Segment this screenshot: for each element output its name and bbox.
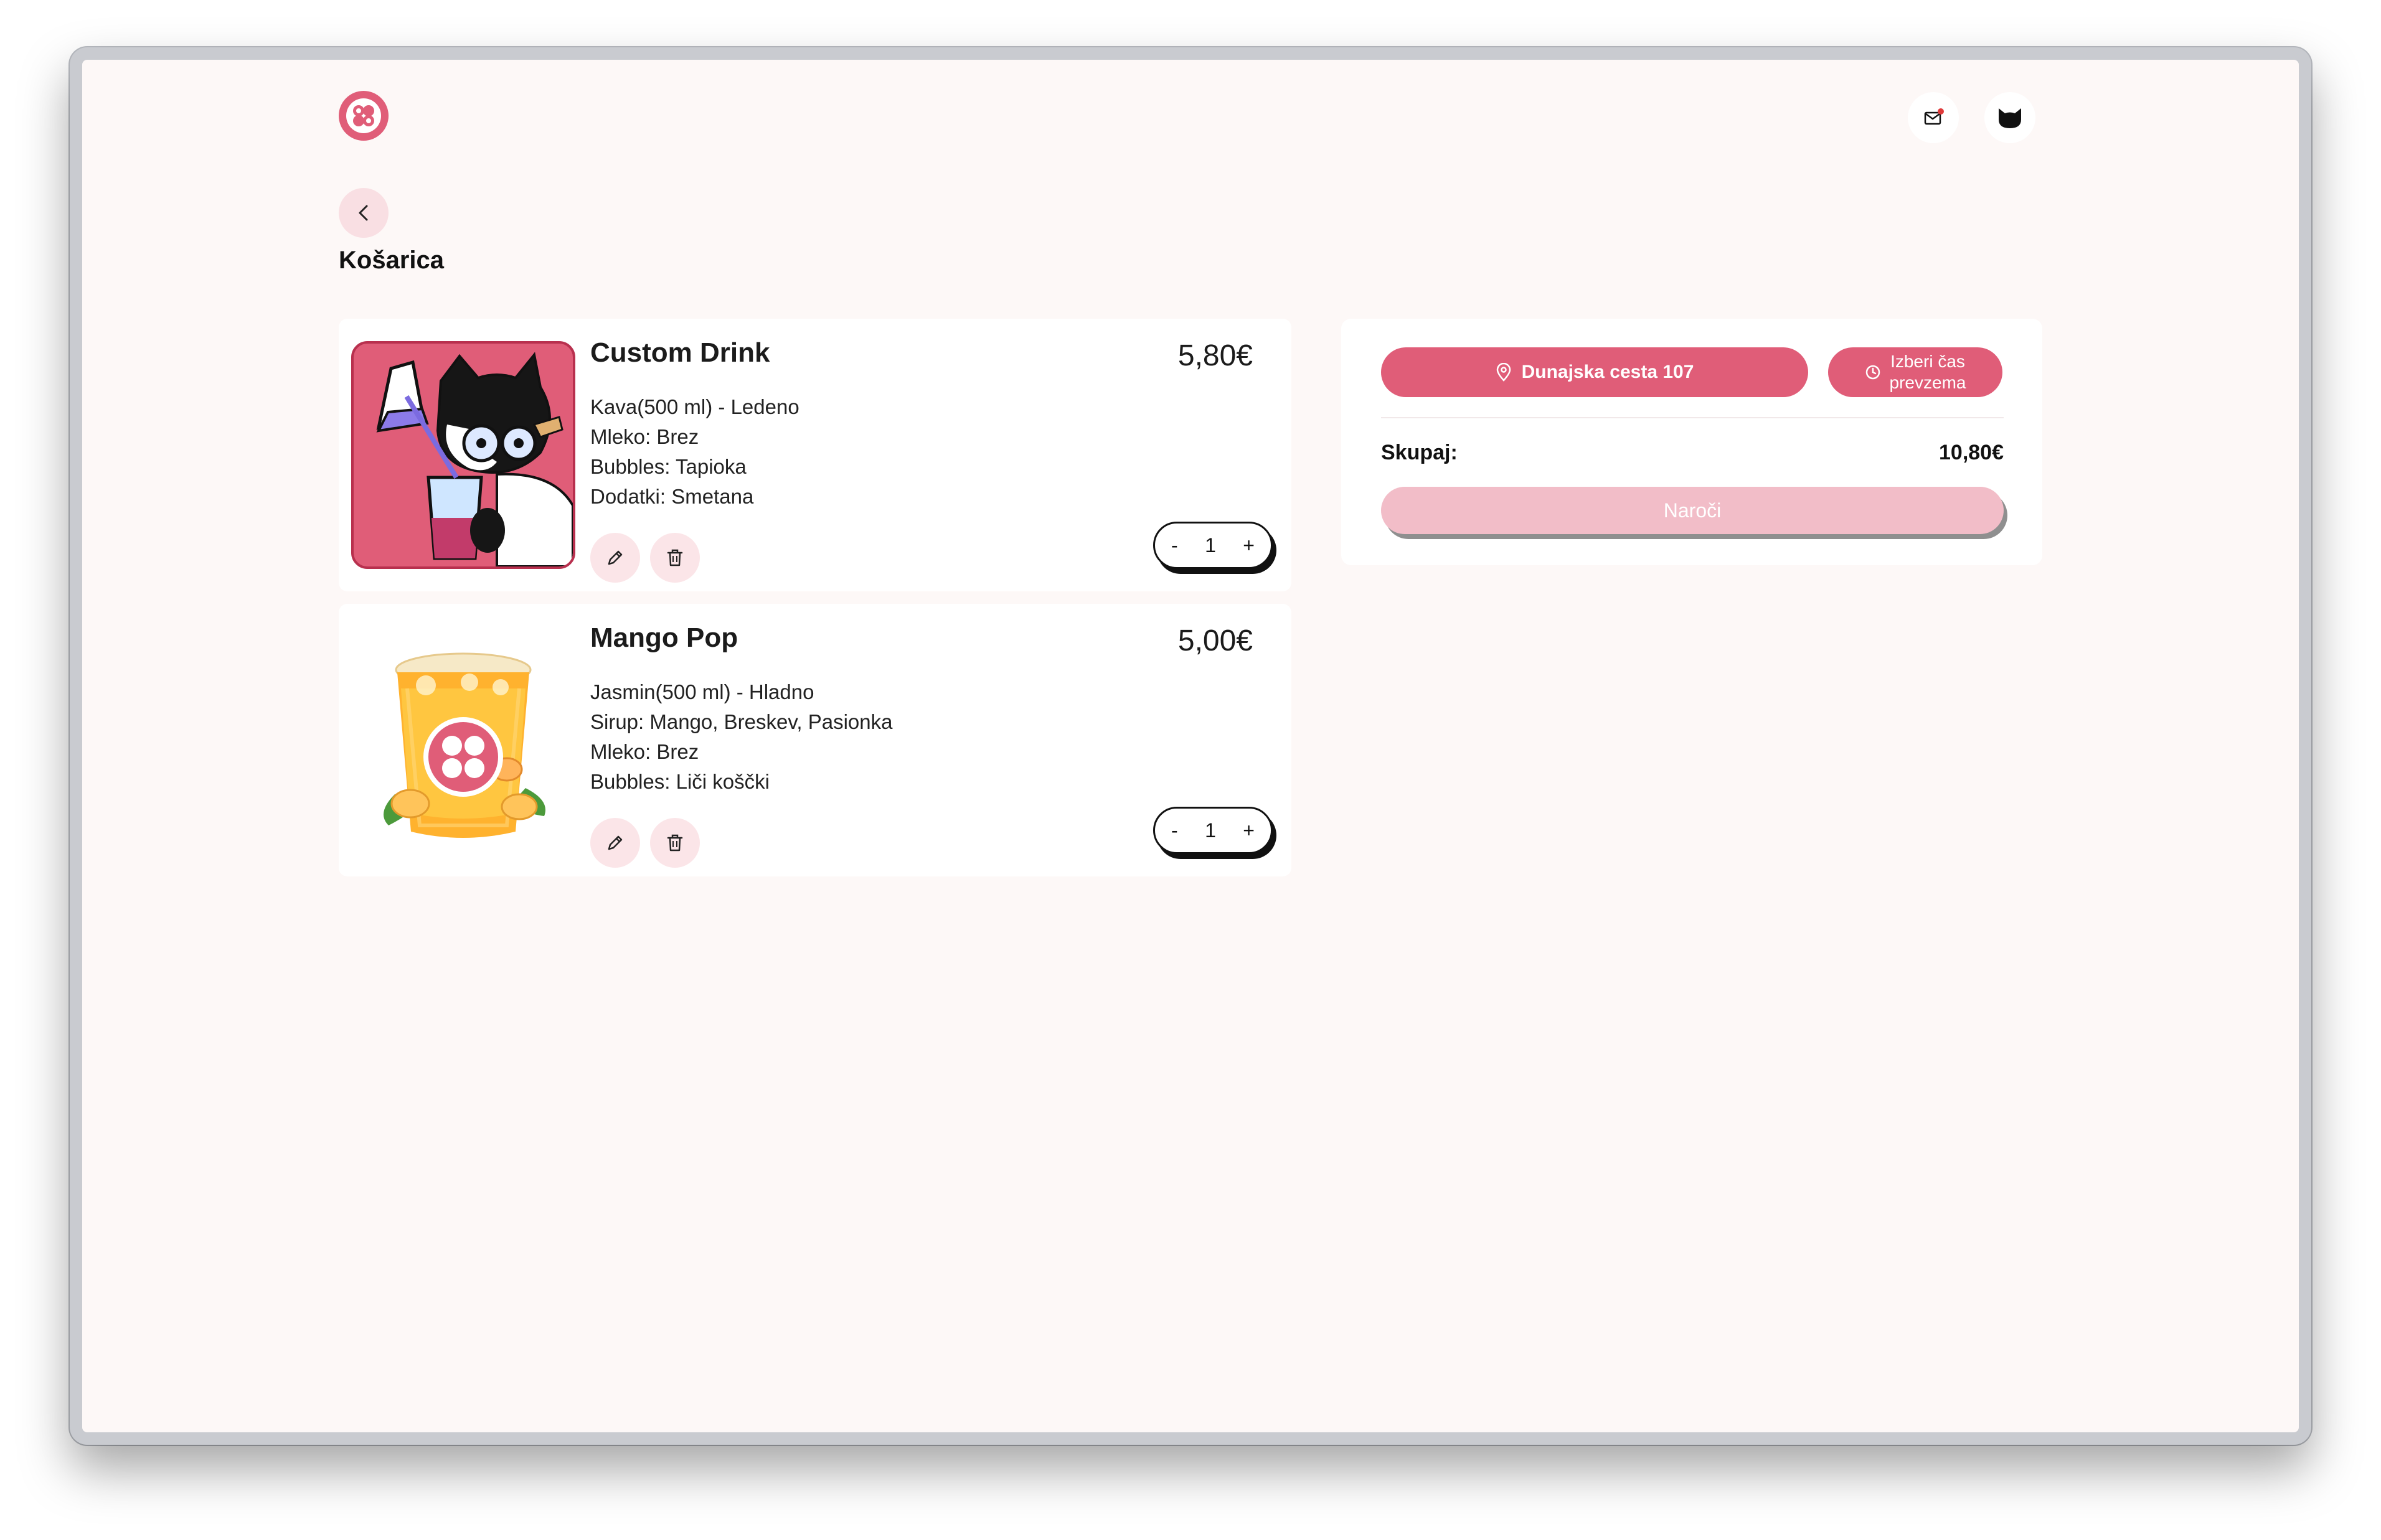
browser-window: Košarica Custom Drink 5,80€ Kava(500 ml)… [70,47,2311,1445]
quantity-value: 1 [1205,533,1216,556]
item-detail-line: Jasmin(500 ml) - Hladno [590,680,814,703]
back-button[interactable] [339,188,389,238]
item-details: Kava(500 ml) - Ledeno Mleko: Brez Bubble… [590,392,799,512]
item-price: 5,00€ [1177,624,1253,657]
item-details: Jasmin(500 ml) - Hladno Sirup: Mango, Br… [590,677,892,797]
item-name: Custom Drink [590,337,770,368]
edit-item-button[interactable] [590,818,640,868]
pencil-icon [608,550,623,565]
cat-scientist-drink-image [351,341,575,569]
decrease-quantity-button[interactable]: - [1171,534,1178,557]
notification-dot [1938,108,1944,115]
total-value: 10,80€ [1939,441,2004,464]
profile-button[interactable] [1984,92,2035,143]
item-name: Mango Pop [590,622,738,653]
notifications-button[interactable] [1908,92,1959,143]
quantity-stepper[interactable]: - 1 + [1153,522,1273,569]
order-button[interactable]: Naroči [1381,487,2004,534]
cat-avatar-icon [1999,108,2021,128]
item-detail-line: Mleko: Brez [590,740,699,763]
item-detail-line: Bubbles: Liči koščki [590,770,770,793]
increase-quantity-button[interactable]: + [1243,819,1255,842]
item-detail-line: Dodatki: Smetana [590,485,754,508]
divider [1381,417,2004,418]
clock-icon [1865,365,1880,380]
pickup-location-label: Dunajska cesta 107 [1521,362,1694,382]
bubble-logo-icon [346,98,381,133]
page-container: Košarica Custom Drink 5,80€ Kava(500 ml)… [339,60,2042,1432]
total-label: Skupaj: [1381,441,1458,464]
mango-drink-image [351,626,575,854]
increase-quantity-button[interactable]: + [1243,534,1255,557]
quantity-value: 1 [1205,819,1216,842]
item-detail-line: Mleko: Brez [590,425,699,448]
item-detail-line: Kava(500 ml) - Ledeno [590,395,799,418]
pickup-location-button[interactable]: Dunajska cesta 107 [1381,347,1808,397]
page-viewport: Košarica Custom Drink 5,80€ Kava(500 ml)… [82,60,2299,1432]
pickup-time-button[interactable]: Izberi čas prevzema [1828,347,2002,397]
chevron-left-icon [359,205,368,221]
trash-icon [667,549,683,566]
location-pin-icon [1496,363,1511,382]
edit-item-button[interactable] [590,533,640,583]
quantity-stepper[interactable]: - 1 + [1153,807,1273,854]
pencil-icon [608,835,623,850]
decrease-quantity-button[interactable]: - [1171,819,1178,842]
delete-item-button[interactable] [650,818,700,868]
order-summary: Dunajska cesta 107 Izberi čas prevzema S… [1341,319,2042,565]
cart-item: Mango Pop 5,00€ Jasmin(500 ml) - Hladno … [339,604,1291,876]
logo[interactable] [339,91,389,141]
cart-item: Custom Drink 5,80€ Kava(500 ml) - Ledeno… [339,319,1291,591]
delete-item-button[interactable] [650,533,700,583]
item-detail-line: Sirup: Mango, Breskev, Pasionka [590,710,893,733]
trash-icon [667,834,683,852]
page-title: Košarica [339,246,444,274]
item-price: 5,80€ [1177,339,1253,372]
pickup-time-label: Izberi čas prevzema [1889,352,1966,392]
item-detail-line: Bubbles: Tapioka [590,455,747,478]
